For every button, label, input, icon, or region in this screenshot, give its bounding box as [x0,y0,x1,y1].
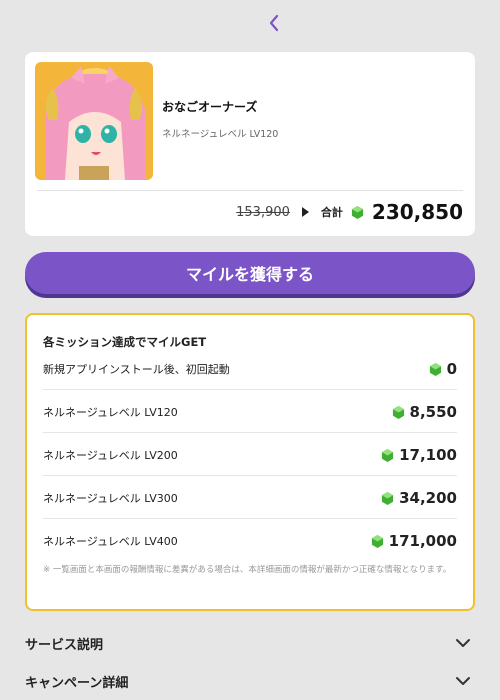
mission-row: 新規アプリインストール後、初回起動 0 [43,349,457,390]
gem-icon [392,405,404,419]
reward-value: 171,000 [388,532,457,550]
mission-reward: 171,000 [371,532,457,550]
earn-miles-button[interactable]: マイルを獲得する [25,252,475,294]
mission-row: ネルネージュレベル LV300 34,200 [43,478,457,519]
app-card: おなごオーナーズ ネルネージュレベル LV120 153,900 合計 230,… [25,52,475,236]
gem-icon [351,205,363,219]
reward-value: 8,550 [409,403,457,421]
total-label: 合計 [320,206,343,219]
mission-label: ネルネージュレベル LV400 [43,535,178,548]
back-button[interactable] [262,10,286,36]
old-price: 153,900 [236,204,290,220]
reward-value: 34,200 [399,489,457,507]
mission-label: ネルネージュレベル LV200 [43,449,178,462]
mission-label: 新規アプリインストール後、初回起動 [43,363,230,376]
gem-icon [382,491,394,505]
mission-reward: 34,200 [381,489,457,507]
total-value: 230,850 [371,200,463,224]
mission-row: ネルネージュレベル LV200 17,100 [43,435,457,476]
reward-value: 17,100 [399,446,457,464]
gem-icon [382,448,394,462]
chevron-down-icon [456,677,470,685]
gem-icon [371,534,383,548]
divider [37,190,463,191]
accordion-campaign-details[interactable]: キャンペーン詳細 [25,666,475,696]
mission-label: ネルネージュレベル LV120 [43,406,178,419]
chevron-left-icon [269,14,279,32]
app-subtitle: ネルネージュレベル LV120 [162,129,279,140]
app-name: おなごオーナーズ [162,100,258,114]
accordion-service-description[interactable]: サービス説明 [25,628,475,658]
disclaimer-note: ※ 一覧画面と本画面の報酬情報に差異がある場合は、本詳細画面の情報が最新かつ正確… [43,565,452,575]
reward-value: 0 [446,360,457,378]
app-icon[interactable] [35,62,153,180]
accordion-label: サービス説明 [25,637,104,653]
gem-icon [429,362,441,376]
chevron-down-icon [456,639,470,647]
mission-box: 各ミッション達成でマイルGET 新規アプリインストール後、初回起動 0 ネルネー… [25,313,475,611]
mission-row: ネルネージュレベル LV120 8,550 [43,392,457,433]
mission-reward: 0 [429,360,457,378]
mission-label: ネルネージュレベル LV300 [43,492,178,505]
mission-reward: 8,550 [392,403,457,421]
mission-title: 各ミッション達成でマイルGET [43,335,207,349]
mission-row: ネルネージュレベル LV400 171,000 [43,521,457,561]
price-row: 153,900 合計 230,850 [236,198,463,226]
arrow-right-icon [301,207,309,217]
mission-reward: 17,100 [381,446,457,464]
accordion-label: キャンペーン詳細 [25,675,129,691]
